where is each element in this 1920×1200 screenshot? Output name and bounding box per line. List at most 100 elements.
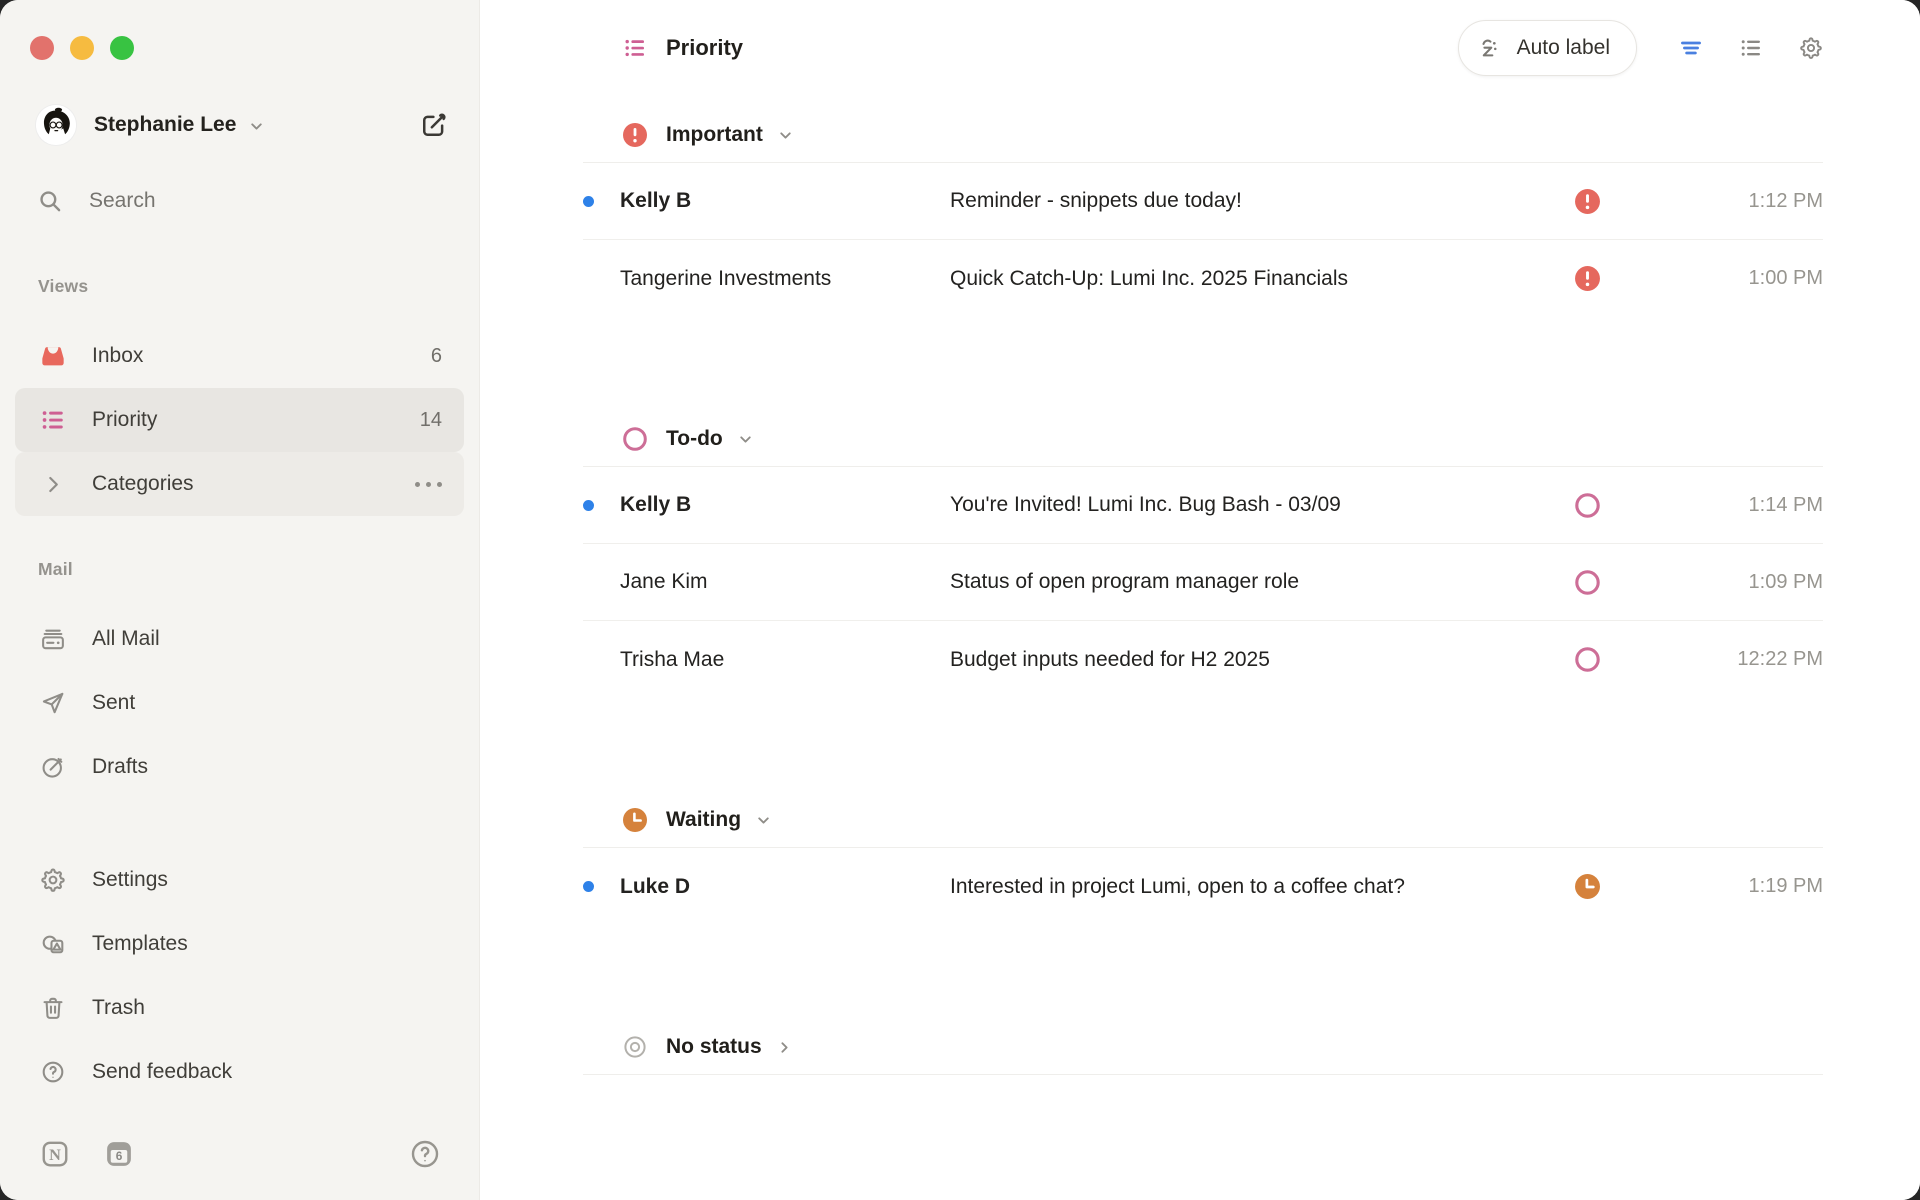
section-label: Waiting: [666, 808, 741, 832]
email-time: 12:22 PM: [1673, 648, 1823, 671]
priority-list-icon: [40, 407, 66, 433]
email-sender: Kelly B: [620, 493, 950, 517]
unread-dot: [583, 196, 594, 207]
sidebar-item-label: Drafts: [92, 755, 148, 779]
email-sender: Luke D: [620, 875, 950, 899]
sidebar-item-label: Trash: [92, 996, 145, 1020]
sidebar-item-label: Settings: [92, 868, 168, 892]
views-section-label: Views: [38, 276, 479, 300]
sidebar-item-label: Send feedback: [92, 1060, 232, 1084]
trash-icon: [40, 995, 66, 1021]
list-view-icon[interactable]: [1739, 36, 1763, 60]
close-window-button[interactable]: [30, 36, 54, 60]
todo-badge-icon: [1574, 646, 1601, 673]
inbox-icon: [40, 343, 66, 369]
auto-label-button[interactable]: Auto label: [1458, 20, 1637, 76]
no-status-icon: [622, 1034, 648, 1060]
mail-list-panel: Priority Auto label: [480, 0, 1920, 1200]
unread-dot: [583, 881, 594, 892]
auto-label-button-label: Auto label: [1517, 36, 1610, 60]
important-status-icon: [622, 122, 648, 148]
email-sender: Jane Kim: [620, 570, 950, 594]
chevron-down-icon[interactable]: [248, 118, 265, 135]
section-waiting: Waiting Luke D Interested in project Lum…: [480, 792, 1920, 925]
chevron-right-icon[interactable]: [776, 1039, 793, 1056]
sidebar: Stephanie Lee Search Views: [0, 0, 480, 1200]
filter-icon[interactable]: [1679, 36, 1703, 60]
sidebar-item-inbox[interactable]: Inbox 6: [15, 324, 464, 388]
email-row[interactable]: Tangerine Investments Quick Catch-Up: Lu…: [583, 240, 1823, 317]
email-sender: Kelly B: [620, 189, 950, 213]
email-row[interactable]: Trisha Mae Budget inputs needed for H2 2…: [583, 621, 1823, 698]
sidebar-item-settings[interactable]: Settings: [15, 848, 464, 912]
section-header-important[interactable]: Important: [583, 107, 1823, 163]
search-input[interactable]: Search: [37, 175, 449, 227]
categories-more-icon[interactable]: [415, 482, 442, 487]
important-badge-icon: [1574, 265, 1601, 292]
chevron-right-icon[interactable]: [40, 471, 66, 497]
sidebar-item-all-mail[interactable]: All Mail: [15, 607, 464, 671]
section-label: To-do: [666, 427, 723, 451]
todo-status-icon: [622, 426, 648, 452]
sidebar-footer: N 6: [40, 1124, 441, 1184]
sidebar-item-send-feedback[interactable]: Send feedback: [15, 1040, 464, 1104]
templates-icon: [40, 931, 66, 957]
send-icon: [40, 690, 66, 716]
section-header-todo[interactable]: To-do: [583, 411, 1823, 467]
email-sender: Tangerine Investments: [620, 267, 950, 291]
section-header-no-status[interactable]: No status: [583, 1019, 1823, 1075]
waiting-badge-icon: [1574, 873, 1601, 900]
search-icon: [37, 188, 63, 214]
zoom-window-button[interactable]: [110, 36, 134, 60]
sidebar-item-categories[interactable]: Categories: [15, 452, 464, 516]
notion-logo-icon[interactable]: N: [40, 1139, 70, 1169]
email-row[interactable]: Kelly B Reminder - snippets due today! 1…: [583, 163, 1823, 240]
sidebar-item-templates[interactable]: Templates: [15, 912, 464, 976]
app-window: Stephanie Lee Search Views: [0, 0, 1920, 1200]
email-time: 1:09 PM: [1673, 571, 1823, 594]
email-time: 1:12 PM: [1673, 190, 1823, 213]
section-todo: To-do Kelly B You're Invited! Lumi Inc. …: [480, 411, 1920, 698]
waiting-status-icon: [622, 807, 648, 833]
important-badge-icon: [1574, 188, 1601, 215]
window-controls: [30, 36, 134, 60]
email-row[interactable]: Luke D Interested in project Lumi, open …: [583, 848, 1823, 925]
account-name: Stephanie Lee: [94, 113, 236, 137]
sidebar-item-sent[interactable]: Sent: [15, 671, 464, 735]
priority-list-icon: [623, 36, 647, 60]
section-important: Important Kelly B Reminder - snippets du…: [480, 107, 1920, 317]
sidebar-item-priority[interactable]: Priority 14: [15, 388, 464, 452]
email-row[interactable]: Jane Kim Status of open program manager …: [583, 544, 1823, 621]
email-time: 1:00 PM: [1673, 267, 1823, 290]
view-settings-gear-icon[interactable]: [1799, 36, 1823, 60]
calendar-icon[interactable]: 6: [104, 1139, 134, 1169]
chevron-down-icon[interactable]: [737, 431, 754, 448]
gear-icon: [40, 867, 66, 893]
unread-dot: [583, 500, 594, 511]
svg-text:6: 6: [116, 1149, 123, 1163]
email-subject: Interested in project Lumi, open to a co…: [950, 875, 1574, 899]
email-row[interactable]: Kelly B You're Invited! Lumi Inc. Bug Ba…: [583, 467, 1823, 544]
email-list: Important Kelly B Reminder - snippets du…: [480, 96, 1920, 1200]
mail-section-label: Mail: [38, 559, 479, 583]
sidebar-item-label: Categories: [92, 472, 194, 496]
minimize-window-button[interactable]: [70, 36, 94, 60]
sidebar-item-label: All Mail: [92, 627, 160, 651]
drafts-icon: [40, 754, 66, 780]
email-subject: Reminder - snippets due today!: [950, 189, 1574, 213]
sidebar-item-label: Sent: [92, 691, 135, 715]
compose-icon[interactable]: [419, 110, 449, 140]
section-header-waiting[interactable]: Waiting: [583, 792, 1823, 848]
sidebar-item-trash[interactable]: Trash: [15, 976, 464, 1040]
sidebar-item-label: Priority: [92, 408, 157, 432]
avatar: [35, 104, 77, 146]
account-switcher[interactable]: Stephanie Lee: [35, 102, 449, 148]
sidebar-item-drafts[interactable]: Drafts: [15, 735, 464, 799]
svg-text:N: N: [49, 1146, 61, 1164]
email-subject: Status of open program manager role: [950, 570, 1574, 594]
priority-count: 14: [420, 409, 442, 432]
chevron-down-icon[interactable]: [755, 812, 772, 829]
help-icon[interactable]: [409, 1138, 441, 1170]
chevron-down-icon[interactable]: [777, 127, 794, 144]
section-label: No status: [666, 1035, 762, 1059]
